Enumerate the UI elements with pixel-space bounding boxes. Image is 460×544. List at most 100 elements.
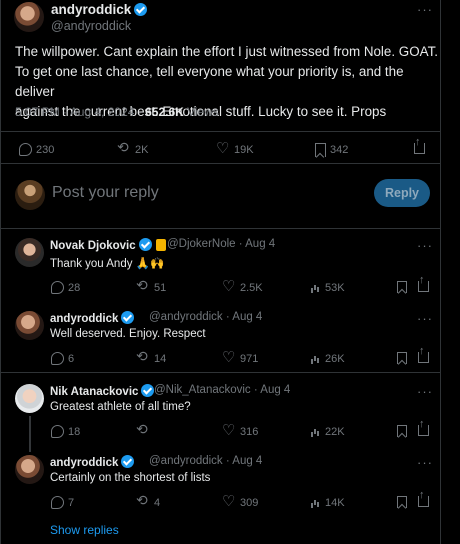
bookmark-icon bbox=[397, 425, 407, 437]
retweet-icon bbox=[136, 277, 150, 294]
bookmark-button[interactable] bbox=[397, 496, 407, 508]
more-options-icon[interactable]: ··· bbox=[417, 384, 433, 399]
more-options-icon[interactable]: ··· bbox=[417, 455, 433, 470]
share-button[interactable] bbox=[418, 274, 429, 292]
share-icon bbox=[418, 489, 429, 507]
reply-author-handle[interactable]: @andyroddick · Aug 4 bbox=[149, 455, 262, 467]
reply-avatar[interactable] bbox=[15, 455, 44, 484]
like-button[interactable]: 309 bbox=[222, 492, 259, 510]
reply-icon bbox=[19, 143, 32, 156]
reply-count: 230 bbox=[36, 143, 55, 156]
heart-icon bbox=[222, 348, 236, 366]
share-icon bbox=[418, 345, 429, 363]
reply-button[interactable]: 7 bbox=[51, 496, 74, 509]
views-button[interactable]: 14K bbox=[310, 496, 345, 509]
reply-avatar[interactable] bbox=[15, 384, 44, 413]
author-name[interactable]: andyroddick bbox=[51, 2, 148, 17]
share-button[interactable] bbox=[418, 489, 429, 507]
views-button[interactable]: 53K bbox=[310, 281, 345, 294]
like-button[interactable]: 316 bbox=[222, 421, 259, 439]
retweet-button[interactable]: 4 bbox=[136, 492, 161, 509]
reply-author-name[interactable]: andyroddick bbox=[50, 311, 135, 325]
views-icon bbox=[310, 352, 321, 365]
bookmark-button[interactable] bbox=[397, 425, 407, 437]
like-button[interactable]: 2.5K bbox=[222, 277, 263, 295]
reply-button[interactable]: 6 bbox=[51, 352, 74, 365]
reply-count: 28 bbox=[68, 281, 81, 294]
reply-avatar[interactable] bbox=[15, 238, 44, 267]
retweet-button[interactable] bbox=[136, 421, 150, 438]
verified-badge-icon bbox=[121, 311, 135, 324]
reply-text: Thank you Andy 🙏🙌 bbox=[50, 258, 165, 270]
retweet-count: 14 bbox=[154, 352, 167, 365]
reply-count: 6 bbox=[68, 352, 75, 365]
views-icon bbox=[310, 496, 321, 509]
verified-badge-icon bbox=[134, 3, 148, 16]
views-button[interactable]: 22K bbox=[310, 425, 345, 438]
like-button[interactable]: 19K bbox=[216, 139, 254, 157]
verified-badge-icon bbox=[138, 238, 152, 251]
reply-button[interactable]: 28 bbox=[51, 281, 80, 294]
views-count: 14K bbox=[325, 496, 345, 509]
share-button[interactable] bbox=[418, 418, 429, 436]
share-icon bbox=[418, 274, 429, 292]
reply-author-handle[interactable]: @Nik_Atanackovic · Aug 4 bbox=[154, 384, 290, 396]
share-button[interactable] bbox=[414, 136, 425, 154]
reply-button[interactable]: 230 bbox=[19, 143, 54, 156]
views-count: 26K bbox=[325, 352, 345, 365]
like-count: 309 bbox=[240, 496, 259, 509]
reply-author-name[interactable]: Nik Atanackovic bbox=[50, 384, 155, 398]
heart-icon bbox=[222, 421, 236, 439]
retweet-button[interactable]: 14 bbox=[136, 348, 167, 365]
reply-submit-button[interactable]: Reply bbox=[374, 179, 430, 207]
current-user-avatar bbox=[15, 180, 45, 210]
more-options-icon[interactable]: ··· bbox=[417, 311, 433, 326]
reply-input[interactable]: Post your reply bbox=[52, 184, 159, 202]
reply-icon bbox=[51, 352, 64, 365]
reply-author-name[interactable]: Novak Djokovic bbox=[50, 238, 166, 252]
verified-badge-icon bbox=[141, 384, 155, 397]
like-count: 316 bbox=[240, 425, 259, 438]
bookmark-button[interactable] bbox=[397, 281, 407, 293]
reply-author-name[interactable]: andyroddick bbox=[50, 455, 135, 469]
like-button[interactable]: 971 bbox=[222, 348, 258, 366]
views-label: Views bbox=[187, 105, 219, 119]
reply-avatar[interactable] bbox=[15, 311, 44, 340]
reply-button[interactable]: 18 bbox=[51, 425, 80, 438]
scrollbar-area[interactable] bbox=[441, 0, 460, 544]
reply-author-handle[interactable]: @andyroddick · Aug 4 bbox=[149, 311, 262, 323]
retweet-count: 2K bbox=[135, 143, 149, 156]
share-button[interactable] bbox=[418, 345, 429, 363]
more-options-icon[interactable]: ··· bbox=[417, 238, 433, 253]
bookmark-button[interactable] bbox=[397, 352, 407, 364]
reply-author-handle[interactable]: @DjokerNole · Aug 4 bbox=[167, 238, 275, 250]
retweet-icon bbox=[136, 492, 150, 509]
like-count: 2.5K bbox=[240, 281, 263, 294]
views-count: 652.6K bbox=[145, 105, 184, 119]
reply-icon bbox=[51, 281, 64, 294]
share-icon bbox=[414, 136, 425, 154]
verified-badge-icon bbox=[121, 455, 135, 468]
retweet-count: 4 bbox=[154, 496, 161, 509]
divider bbox=[1, 163, 442, 164]
show-replies-link[interactable]: Show replies bbox=[50, 523, 119, 537]
retweet-icon bbox=[136, 421, 150, 438]
views-count: 53K bbox=[325, 281, 345, 294]
heart-icon bbox=[222, 492, 236, 510]
timeline-column: andyroddick @andyroddick ··· The willpow… bbox=[0, 0, 442, 544]
author-avatar[interactable] bbox=[14, 2, 44, 32]
bookmark-icon bbox=[397, 352, 407, 364]
divider bbox=[1, 131, 442, 132]
reply-text: Certainly on the shortest of lists bbox=[50, 472, 211, 484]
more-options-icon[interactable]: ··· bbox=[417, 2, 433, 17]
retweet-button[interactable]: 51 bbox=[136, 277, 166, 294]
retweet-button[interactable]: 2K bbox=[117, 139, 149, 156]
bookmark-icon bbox=[315, 143, 326, 157]
tweet-timestamp[interactable]: 5:07 PM · Aug 4, 2024 · bbox=[15, 105, 142, 119]
affiliate-badge-icon bbox=[155, 239, 166, 251]
views-button[interactable]: 26K bbox=[310, 352, 345, 365]
views-icon bbox=[310, 425, 321, 438]
heart-icon bbox=[222, 277, 236, 295]
bookmark-button[interactable]: 342 bbox=[315, 143, 348, 157]
author-handle[interactable]: @andyroddick bbox=[51, 19, 131, 33]
